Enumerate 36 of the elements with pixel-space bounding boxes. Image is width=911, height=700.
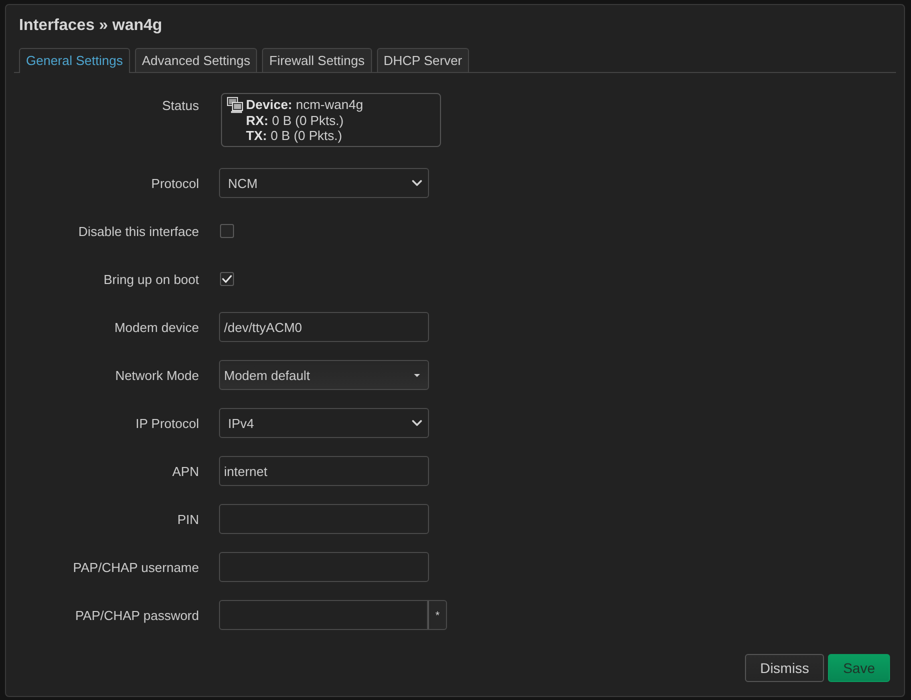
- field-label: Modem device: [113, 320, 199, 334]
- text-field[interactable]: /dev/ttyACM0: [219, 312, 429, 342]
- chevron-down-icon: [412, 420, 422, 426]
- field-label: Protocol: [150, 176, 199, 190]
- tab[interactable]: DHCP Server: [376, 48, 470, 72]
- check-icon: [222, 275, 232, 283]
- secondary-button[interactable]: Dismiss: [745, 654, 824, 682]
- field-label: PAP/CHAP password: [74, 608, 199, 622]
- dropdown-field[interactable]: Modem default: [219, 360, 429, 390]
- dialog-title: Interfaces » wan4g: [19, 16, 162, 36]
- checkbox[interactable]: [220, 272, 234, 286]
- status-line: RX: 0 B (0 Pkts.): [246, 112, 345, 128]
- chevron-down-icon: [412, 180, 422, 186]
- tab[interactable]: Advanced Settings: [134, 48, 258, 72]
- select-field[interactable]: NCM: [219, 168, 429, 198]
- text-field[interactable]: internet: [219, 456, 429, 486]
- tab[interactable]: Firewall Settings: [262, 48, 372, 72]
- checkbox[interactable]: [220, 224, 234, 238]
- field-label: Network Mode: [114, 368, 199, 382]
- select-field[interactable]: IPv4: [219, 408, 429, 438]
- monitors-icon: [227, 97, 243, 113]
- password-field[interactable]: [219, 600, 428, 630]
- field-label: Bring up on boot: [102, 272, 199, 286]
- field-label: PIN: [176, 512, 199, 526]
- field-label: Disable this interface: [77, 224, 199, 238]
- tab[interactable]: General Settings: [19, 48, 130, 73]
- text-field[interactable]: [219, 552, 429, 582]
- field-label: APN: [171, 464, 199, 478]
- caret-down-icon: [414, 374, 420, 376]
- status-line: Device: ncm-wan4g: [246, 97, 364, 112]
- status-line: TX: 0 B (0 Pkts.): [246, 128, 344, 144]
- field-label: Status: [161, 97, 199, 113]
- field-label: IP Protocol: [134, 416, 199, 430]
- field-label: PAP/CHAP username: [72, 560, 199, 574]
- text-field[interactable]: [219, 504, 429, 534]
- reveal-password-button[interactable]: *: [428, 600, 447, 630]
